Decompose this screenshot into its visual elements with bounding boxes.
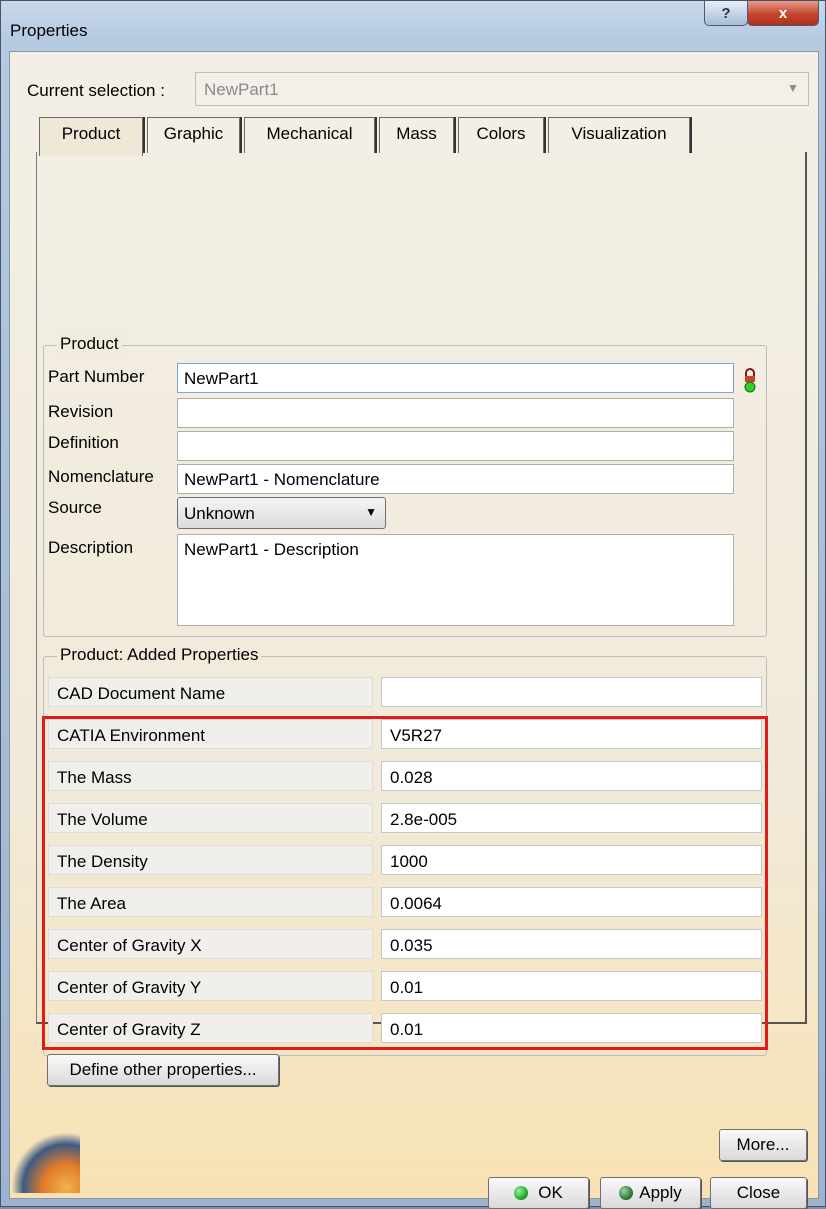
nomenclature-field[interactable]: NewPart1 - Nomenclature xyxy=(177,464,734,494)
tab-mass[interactable]: Mass xyxy=(379,117,454,153)
nomenclature-label: Nomenclature xyxy=(48,467,154,486)
chevron-down-icon[interactable]: ▼ xyxy=(787,81,799,95)
tab-divider xyxy=(690,117,692,153)
description-label: Description xyxy=(48,538,134,557)
close-button[interactable]: Close xyxy=(710,1177,807,1209)
source-label: Source xyxy=(48,498,102,517)
define-other-properties-button[interactable]: Define other properties... xyxy=(47,1054,279,1086)
product-group-title: Product xyxy=(57,334,122,354)
title-bar[interactable]: Properties ? x xyxy=(1,1,826,51)
definition-label: Definition xyxy=(48,433,119,452)
current-selection-combo[interactable]: NewPart1 xyxy=(195,72,809,106)
help-icon: ? xyxy=(721,4,731,22)
tab-product[interactable]: Product xyxy=(39,117,143,156)
tab-visualization[interactable]: Visualization xyxy=(548,117,690,153)
ok-label: OK xyxy=(538,1183,563,1202)
catia-logo-icon xyxy=(10,1133,80,1193)
tab-colors[interactable]: Colors xyxy=(458,117,544,153)
property-value-field[interactable] xyxy=(381,677,762,707)
ok-status-icon xyxy=(514,1186,529,1200)
tab-divider xyxy=(544,117,546,153)
tab-divider xyxy=(454,117,456,153)
window-close-button[interactable]: x xyxy=(747,1,819,26)
window-title: Properties xyxy=(10,21,88,40)
apply-label: Apply xyxy=(639,1183,682,1202)
lock-icon[interactable] xyxy=(742,366,758,394)
more-button[interactable]: More... xyxy=(719,1129,807,1161)
part-number-field[interactable]: NewPart1 xyxy=(177,363,734,393)
close-icon: x xyxy=(778,4,788,22)
current-selection-label: Current selection : xyxy=(27,81,165,100)
definition-field[interactable] xyxy=(177,431,734,461)
highlight-box xyxy=(42,716,768,1050)
part-number-label: Part Number xyxy=(48,367,145,386)
added-properties-title: Product: Added Properties xyxy=(57,645,262,665)
properties-window: Properties ? x Current selection : NewPa… xyxy=(0,0,826,1209)
tab-graphic[interactable]: Graphic xyxy=(147,117,240,153)
chevron-down-icon: ▼ xyxy=(365,505,377,519)
tab-divider xyxy=(375,117,377,153)
help-button[interactable]: ? xyxy=(704,1,748,26)
apply-status-icon xyxy=(619,1186,634,1200)
description-textarea[interactable]: NewPart1 - Description xyxy=(177,534,734,626)
ok-button[interactable]: OK xyxy=(488,1177,589,1209)
tab-mechanical[interactable]: Mechanical xyxy=(244,117,375,153)
tab-divider xyxy=(240,117,242,153)
property-name: CAD Document Name xyxy=(48,677,373,707)
source-select[interactable]: Unknown ▼ xyxy=(177,497,386,529)
revision-label: Revision xyxy=(48,402,114,421)
tab-divider xyxy=(143,117,145,153)
revision-field[interactable] xyxy=(177,398,734,428)
apply-button[interactable]: Apply xyxy=(600,1177,701,1209)
source-value: Unknown xyxy=(184,504,255,523)
